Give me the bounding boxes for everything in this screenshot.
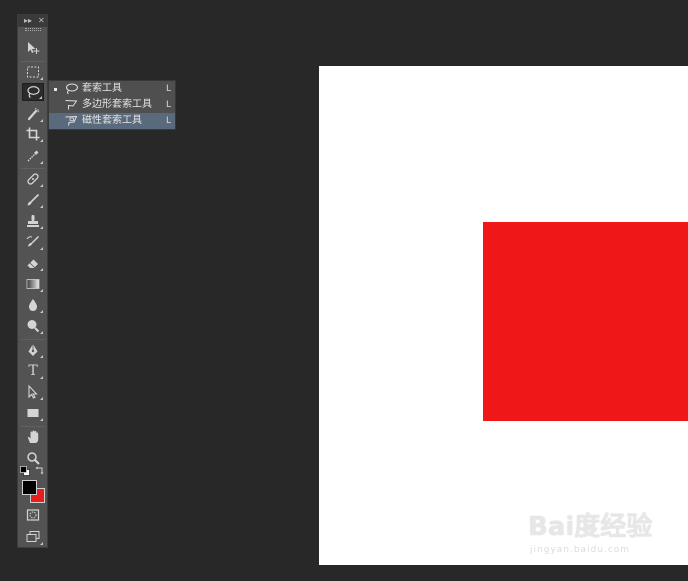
menu-item-label: 多边形套索工具 <box>82 99 152 110</box>
pen-tool[interactable] <box>22 341 44 359</box>
close-icon[interactable]: ✕ <box>38 15 45 26</box>
lasso-tool-flyout-menu: 套索工具 L 多边形套索工具 L 磁性套索工具 L <box>48 80 176 130</box>
document-canvas[interactable] <box>319 66 688 565</box>
move-tool[interactable] <box>22 39 44 57</box>
separator <box>21 61 45 62</box>
type-icon: T <box>28 363 38 379</box>
double-chevron-icon[interactable]: ▸▸ <box>24 15 32 26</box>
lasso-icon <box>66 83 78 95</box>
history-brush-icon <box>26 235 40 247</box>
crop-icon <box>26 127 40 141</box>
red-rectangle-shape[interactable] <box>483 222 688 421</box>
bandage-icon <box>27 173 39 185</box>
screen-mode-icon <box>26 531 40 542</box>
separator <box>21 426 45 427</box>
swap-colors-icon[interactable] <box>35 465 45 475</box>
brush-tool[interactable] <box>22 191 44 209</box>
clone-stamp-tool[interactable] <box>22 212 44 230</box>
menu-item-shortcut: L <box>166 84 172 94</box>
polygonal-lasso-icon <box>65 100 78 110</box>
workspace: ▸▸ ✕ T 套索工具 L 多边形套索工具 L 磁性套索工具 L Bai度经验 … <box>0 0 688 581</box>
hand-tool[interactable] <box>22 428 44 446</box>
pen-icon <box>28 344 38 356</box>
spot-healing-tool[interactable] <box>22 170 44 188</box>
menu-item-lasso[interactable]: 套索工具 L <box>49 81 175 97</box>
eyedropper-tool[interactable] <box>22 147 44 165</box>
rectangular-marquee-tool[interactable] <box>22 63 44 81</box>
history-brush-tool[interactable] <box>22 233 44 251</box>
path-selection-tool[interactable] <box>22 383 44 401</box>
quick-mask[interactable] <box>22 506 44 524</box>
tools-panel: ▸▸ ✕ T <box>17 14 48 548</box>
eraser-tool[interactable] <box>22 254 44 272</box>
rectangle-tool[interactable] <box>22 404 44 422</box>
separator <box>21 339 45 340</box>
marquee-icon <box>27 66 39 78</box>
blur-tool[interactable] <box>22 296 44 314</box>
panel-grip[interactable] <box>25 28 41 31</box>
separator <box>21 168 45 169</box>
crop-tool[interactable] <box>22 125 44 143</box>
default-colors-icon[interactable] <box>20 466 30 476</box>
tools-panel-header: ▸▸ ✕ <box>18 15 47 27</box>
gradient-tool[interactable] <box>22 275 44 293</box>
foreground-color-swatch[interactable] <box>22 480 37 495</box>
menu-item-shortcut: L <box>166 100 172 110</box>
menu-item-magnetic-lasso[interactable]: 磁性套索工具 L <box>49 113 175 129</box>
eraser-icon <box>27 259 38 268</box>
menu-item-label: 套索工具 <box>82 83 122 94</box>
move-icon <box>28 42 40 54</box>
quick-selection-tool[interactable] <box>22 105 44 123</box>
brush-icon <box>27 193 40 206</box>
drop-icon <box>28 299 38 311</box>
screen-mode[interactable] <box>22 528 44 546</box>
eyedropper-icon <box>27 150 39 162</box>
menu-item-label: 磁性套索工具 <box>82 115 142 126</box>
menu-item-polygonal-lasso[interactable]: 多边形套索工具 L <box>49 97 175 113</box>
magnifier-icon <box>27 452 40 465</box>
arrow-icon <box>28 384 38 399</box>
watermark-brand: Bai度经验 <box>528 512 653 542</box>
menu-item-shortcut: L <box>166 116 172 126</box>
gradient-icon <box>26 279 40 289</box>
baidu-jingyan-watermark: Bai度经验 jingyan.baidu.com <box>528 512 658 572</box>
quick-selection-icon <box>27 108 40 121</box>
lasso-tool[interactable] <box>22 83 44 101</box>
check-mark-icon <box>54 88 57 91</box>
hand-icon <box>27 430 39 443</box>
stamp-icon <box>27 215 39 227</box>
type-tool[interactable]: T <box>22 362 44 380</box>
dodge-tool[interactable] <box>22 317 44 335</box>
lasso-icon <box>27 86 40 98</box>
quick-mask-icon <box>26 509 40 521</box>
magnetic-lasso-icon <box>65 115 78 126</box>
dodge-icon <box>27 320 40 333</box>
rectangle-icon <box>27 409 39 417</box>
watermark-url: jingyan.baidu.com <box>530 545 631 555</box>
